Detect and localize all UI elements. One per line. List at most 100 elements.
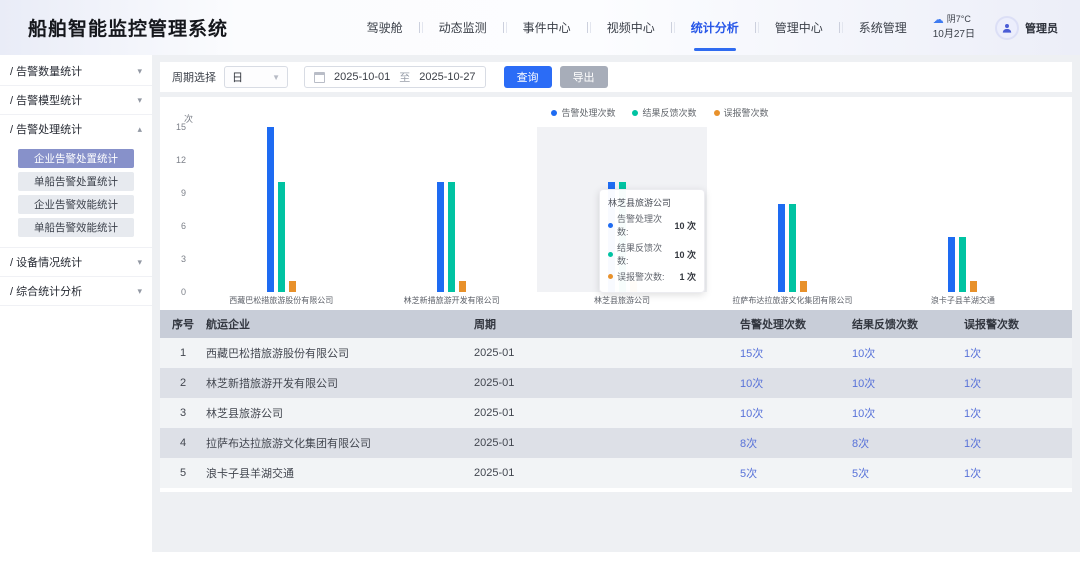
sidebar-group-header-4[interactable]: / 综合统计分析▾: [10, 277, 142, 305]
bar[interactable]: [437, 182, 444, 292]
y-axis-tick: 6: [164, 221, 186, 231]
tooltip-title: 林芝县旅游公司: [608, 196, 696, 209]
sidebar-group-header-2[interactable]: / 告警处理统计▴: [10, 115, 142, 143]
sidebar-subitem[interactable]: 单船告警效能统计: [18, 218, 134, 237]
false-alarm-count-link[interactable]: 1次: [964, 345, 1072, 361]
nav-item-3[interactable]: 视频中心: [591, 0, 671, 55]
chart-legend: 告警处理次数 结果反馈次数 误报警次数: [248, 106, 1072, 119]
bar[interactable]: [448, 182, 455, 292]
feedback-count-link[interactable]: 10次: [852, 375, 964, 391]
nav-divider: [587, 22, 588, 33]
sidebar: / 告警数量统计▾/ 告警模型统计▾/ 告警处理统计▴企业告警处置统计单船告警处…: [0, 55, 152, 552]
sidebar-group-header-1[interactable]: / 告警模型统计 ▾: [10, 86, 142, 114]
legend-item[interactable]: 告警处理次数: [551, 106, 615, 119]
chart-tooltip: 林芝县旅游公司告警处理次数:10 次结果反馈次数:10 次误报警次数:1 次: [599, 189, 705, 293]
bar[interactable]: [800, 281, 807, 292]
x-axis-label: 林芝县旅游公司: [594, 295, 650, 306]
bar[interactable]: [970, 281, 977, 292]
query-button[interactable]: 查询: [504, 66, 552, 88]
sidebar-group-header-3[interactable]: / 设备情况统计▾: [10, 248, 142, 276]
period-cell: 2025-01: [474, 347, 740, 359]
period-select-value: 日: [232, 69, 243, 85]
sidebar-subitem[interactable]: 企业告警处置统计: [18, 149, 134, 168]
legend-dot-icon: [714, 110, 720, 116]
false-alarm-count-link[interactable]: 1次: [964, 405, 1072, 421]
row-index: 1: [160, 347, 206, 359]
sidebar-subitem[interactable]: 单船告警处置统计: [18, 172, 134, 191]
feedback-count-link[interactable]: 5次: [852, 465, 964, 481]
nav-item-4[interactable]: 统计分析: [675, 0, 755, 55]
sidebar-group-label: / 告警模型统计: [10, 92, 82, 108]
handled-count-link[interactable]: 10次: [740, 405, 852, 421]
date-start: 2025-10-01: [334, 71, 390, 83]
legend-label: 告警处理次数: [561, 106, 615, 119]
bar-group-3: 拉萨布达拉旅游文化集团有限公司: [707, 127, 877, 292]
sidebar-subitem[interactable]: 企业告警效能统计: [18, 195, 134, 214]
bar[interactable]: [278, 182, 285, 292]
feedback-count-link[interactable]: 8次: [852, 435, 964, 451]
handled-count-link[interactable]: 5次: [740, 465, 852, 481]
period-cell: 2025-01: [474, 467, 740, 479]
sidebar-group-2: / 告警处理统计▴企业告警处置统计单船告警处置统计企业告警效能统计单船告警效能统…: [0, 115, 152, 248]
bar[interactable]: [959, 237, 966, 292]
nav-item-2[interactable]: 事件中心: [507, 0, 587, 55]
period-label: 周期选择: [172, 69, 216, 85]
nav-divider: [839, 22, 840, 33]
export-button[interactable]: 导出: [560, 66, 608, 88]
bar[interactable]: [778, 204, 785, 292]
app-window: 船舶智能监控管理系统 驾驶舱动态监测事件中心视频中心统计分析管理中心系统管理 ☁…: [0, 0, 1080, 569]
bar[interactable]: [459, 281, 466, 292]
bar[interactable]: [289, 281, 296, 292]
tooltip-row: 误报警次数:1 次: [608, 270, 696, 283]
tooltip-value: 10 次: [675, 219, 697, 232]
sidebar-submenu: 企业告警处置统计单船告警处置统计企业告警效能统计单船告警效能统计: [10, 143, 142, 247]
x-axis-label: 西藏巴松措旅游股份有限公司: [229, 295, 333, 306]
legend-item[interactable]: 误报警次数: [714, 106, 769, 119]
feedback-count-link[interactable]: 10次: [852, 405, 964, 421]
weather-date: 10月27日: [933, 27, 975, 42]
legend-label: 误报警次数: [724, 106, 769, 119]
table-header-cell: 航运企业: [206, 316, 474, 332]
top-nav: 驾驶舱动态监测事件中心视频中心统计分析管理中心系统管理: [351, 0, 923, 55]
user-avatar-icon: [995, 16, 1019, 40]
feedback-count-link[interactable]: 10次: [852, 345, 964, 361]
tooltip-series-name: 告警处理次数:: [617, 212, 670, 238]
false-alarm-count-link[interactable]: 1次: [964, 435, 1072, 451]
table-header-cell: 结果反馈次数: [852, 316, 964, 332]
handled-count-link[interactable]: 8次: [740, 435, 852, 451]
chart-plot-area: 西藏巴松措旅游股份有限公司林芝新措旅游开发有限公司林芝县旅游公司林芝县旅游公司告…: [196, 127, 1048, 292]
date-range-picker[interactable]: 2025-10-01 至 2025-10-27: [304, 66, 486, 88]
tooltip-dot-icon: [608, 274, 613, 279]
x-axis-label: 浪卡子县羊湖交通: [931, 295, 995, 306]
nav-item-5[interactable]: 管理中心: [759, 0, 839, 55]
chevron-down-icon: ▾: [137, 95, 142, 106]
nav-divider: [419, 22, 420, 33]
handled-count-link[interactable]: 10次: [740, 375, 852, 391]
app-title: 船舶智能监控管理系统: [28, 14, 228, 41]
legend-item[interactable]: 结果反馈次数: [632, 106, 696, 119]
sidebar-group-header-0[interactable]: / 告警数量统计▾: [10, 57, 142, 85]
nav-item-1[interactable]: 动态监测: [423, 0, 503, 55]
bar[interactable]: [267, 127, 274, 292]
tooltip-dot-icon: [608, 223, 613, 228]
nav-item-0[interactable]: 驾驶舱: [351, 0, 419, 55]
false-alarm-count-link[interactable]: 1次: [964, 465, 1072, 481]
period-cell: 2025-01: [474, 407, 740, 419]
y-axis-tick: 9: [164, 188, 186, 198]
bar-group-4: 浪卡子县羊湖交通: [878, 127, 1048, 292]
bar[interactable]: [789, 204, 796, 292]
tooltip-row: 告警处理次数: 10 次: [608, 212, 696, 238]
tooltip-dot-icon: [608, 252, 613, 257]
company-cell: 林芝新措旅游开发有限公司: [206, 375, 474, 391]
period-select[interactable]: 日 ▼: [224, 66, 288, 88]
nav-item-6[interactable]: 系统管理: [843, 0, 923, 55]
table-row: 1西藏巴松措旅游股份有限公司2025-0115次10次1次: [160, 338, 1072, 368]
handled-count-link[interactable]: 15次: [740, 345, 852, 361]
bar[interactable]: [948, 237, 955, 292]
sidebar-group-label: / 告警处理统计: [10, 121, 82, 137]
sidebar-group-3: / 设备情况统计▾: [0, 248, 152, 277]
sidebar-group-label: / 设备情况统计: [10, 254, 82, 270]
user-menu[interactable]: 管理员: [995, 16, 1058, 40]
false-alarm-count-link[interactable]: 1次: [964, 375, 1072, 391]
table-header-cell: 周期: [474, 316, 740, 332]
